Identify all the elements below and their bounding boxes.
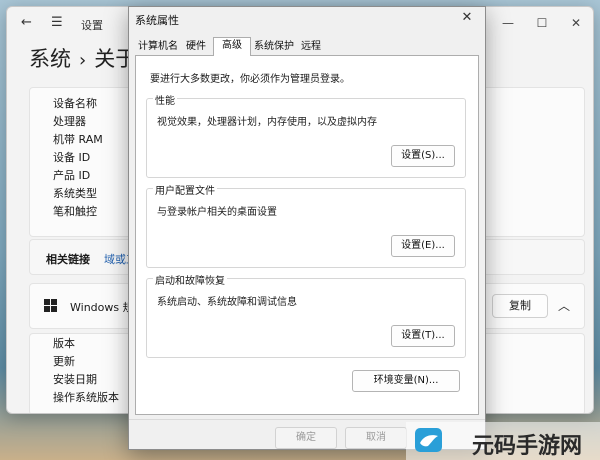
performance-desc: 视觉效果，处理器计划，内存使用，以及虚拟内存 [157,117,377,128]
spec-label-device-name: 设备名称 [53,97,97,110]
spec-label-system-type: 系统类型 [53,187,97,200]
spec-label-device-id: 设备 ID [53,151,91,164]
close-button[interactable]: ✕ [561,13,591,33]
dialog-title: 系统属性 [135,14,179,27]
system-properties-dialog: 系统属性 ✕ 计算机名 硬件 高级 系统保护 远程 要进行大多数更改，你必须作为… [128,6,486,450]
windows-spec-title: Windows 规 [70,301,134,314]
advanced-tab-panel: 要进行大多数更改，你必须作为管理员登录。 性能 视觉效果，处理器计划，内存使用，… [135,55,479,415]
ok-button[interactable]: 确定 [275,427,337,449]
maximize-button[interactable]: ☐ [527,13,557,33]
chevron-right-icon: › [79,50,87,71]
performance-group: 性能 视觉效果，处理器计划，内存使用，以及虚拟内存 设置(S)... [146,92,466,178]
user-profiles-group: 用户配置文件 与登录帐户相关的桌面设置 设置(E)... [146,182,466,268]
back-arrow-icon[interactable]: ← [21,15,32,31]
footer-divider [129,419,485,420]
tab-computer-name[interactable]: 计算机名 [137,39,179,55]
spec-label-update: 更新 [53,355,75,368]
copy-button[interactable]: 复制 [492,294,548,318]
spec-label-os-build: 操作系统版本 [53,391,119,404]
startup-recovery-title: 启动和故障恢复 [153,272,227,287]
chevron-up-icon[interactable]: ︿ [558,297,570,314]
spec-label-install-date: 安装日期 [53,373,97,386]
spec-label-edition: 版本 [53,337,75,350]
breadcrumb-parent[interactable]: 系统 [29,47,71,71]
tab-remote[interactable]: 远程 [297,39,325,55]
breadcrumb: 系统 › 关于 [29,43,136,73]
windows-logo-icon [44,299,58,313]
user-profiles-desc: 与登录帐户相关的桌面设置 [157,207,277,218]
spec-label-product-id: 产品 ID [53,169,91,182]
performance-settings-button[interactable]: 设置(S)... [391,145,455,167]
spec-label-ram: 机带 RAM [53,133,103,146]
spec-label-processor: 处理器 [53,115,86,128]
watermark-bird-icon [415,428,442,452]
performance-title: 性能 [153,92,177,107]
spec-label-pen-touch: 笔和触控 [53,205,97,218]
settings-title: 设置 [81,19,103,32]
user-profiles-settings-button[interactable]: 设置(E)... [391,235,455,257]
close-icon[interactable]: ✕ [455,9,479,27]
menu-icon[interactable]: ☰ [51,15,63,31]
startup-recovery-desc: 系统启动、系统故障和调试信息 [157,297,297,308]
admin-note: 要进行大多数更改，你必须作为管理员登录。 [150,74,350,85]
user-profiles-title: 用户配置文件 [153,182,217,197]
watermark-text: 元码手游网 [472,434,583,459]
tab-hardware[interactable]: 硬件 [181,39,211,55]
tab-system-protection[interactable]: 系统保护 [253,39,295,55]
startup-recovery-group: 启动和故障恢复 系统启动、系统故障和调试信息 设置(T)... [146,272,466,358]
minimize-button[interactable]: — [493,13,523,33]
environment-variables-button[interactable]: 环境变量(N)... [352,370,460,392]
startup-recovery-settings-button[interactable]: 设置(T)... [391,325,455,347]
cancel-button[interactable]: 取消 [345,427,407,449]
related-links-title: 相关链接 [46,253,90,266]
tab-advanced[interactable]: 高级 [213,37,251,56]
